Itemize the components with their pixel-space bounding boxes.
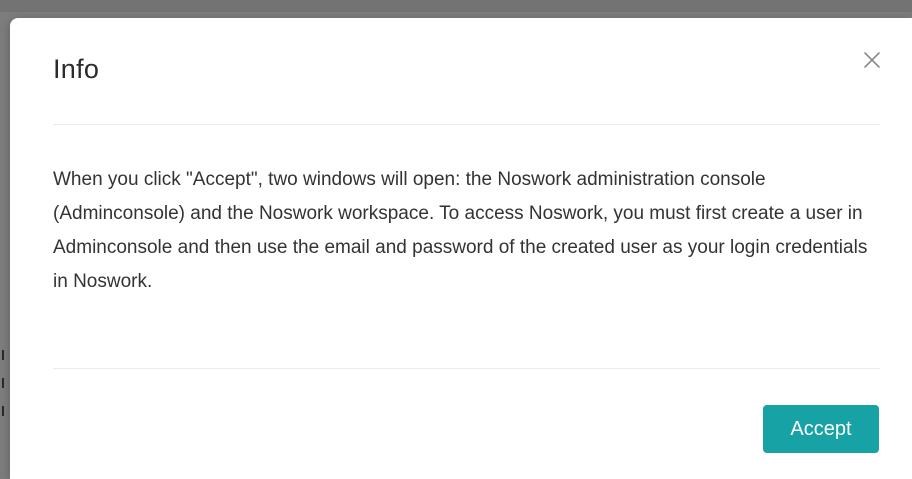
header-divider	[53, 124, 880, 125]
accept-button[interactable]: Accept	[763, 405, 879, 453]
info-dialog: Info When you click "Accept", two window…	[10, 18, 912, 479]
close-button[interactable]	[858, 46, 886, 74]
dialog-title: Info	[53, 54, 100, 84]
backdrop-top-edge	[0, 0, 912, 12]
footer-divider	[53, 368, 880, 369]
close-icon	[864, 52, 880, 68]
background-content-marks	[2, 350, 8, 420]
dialog-message: When you click "Accept", two windows wil…	[53, 169, 868, 292]
dialog-header: Info	[10, 18, 890, 124]
